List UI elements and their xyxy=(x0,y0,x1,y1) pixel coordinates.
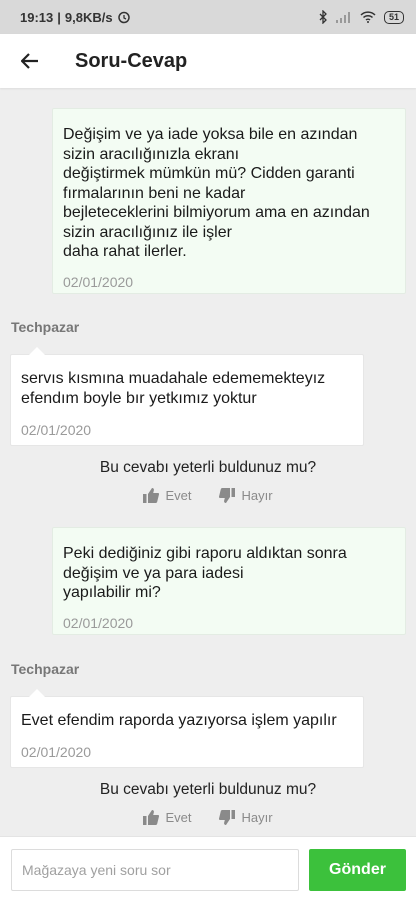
send-button[interactable]: Gönder xyxy=(309,849,406,891)
back-button[interactable] xyxy=(0,34,60,88)
status-time: 19:13 xyxy=(20,9,54,25)
question-input[interactable] xyxy=(11,849,299,891)
feedback-question: Bu cevabı yeterli buldunuz mu? xyxy=(99,459,317,476)
seller-name: Techpazar xyxy=(11,319,80,335)
alarm-icon xyxy=(117,11,130,24)
app-bar: Soru-Cevap xyxy=(0,34,416,88)
status-network-speed: 9,8KB/s xyxy=(64,9,113,25)
composer-bar: Gönder xyxy=(0,836,416,900)
vote-no-label: Hayır xyxy=(241,810,273,825)
vote-yes-label: Evet xyxy=(165,810,192,825)
vote-no-button[interactable]: Hayır xyxy=(219,810,273,825)
question-text: Değişim ve ya iade yoksa bile en azından… xyxy=(63,126,370,260)
vote-row: Evet Hayır xyxy=(0,810,416,825)
question-bubble: Peki dediğiniz gibi raporu aldıktan sonr… xyxy=(52,527,406,635)
vote-row: Evet Hayır xyxy=(0,488,416,503)
vote-no-label: Hayır xyxy=(241,488,273,503)
question-date: 02/01/2020 xyxy=(63,614,134,631)
bluetooth-icon xyxy=(319,10,327,24)
thumbs-up-icon xyxy=(143,488,160,503)
answer-text: servıs kısmına muadahale edememekteyız e… xyxy=(21,370,326,407)
answer-date: 02/01/2020 xyxy=(21,422,92,438)
vote-yes-button[interactable]: Evet xyxy=(143,488,191,503)
vote-yes-label: Evet xyxy=(165,488,192,503)
answer-bubble: Evet efendim raporda yazıyorsa işlem yap… xyxy=(10,689,364,768)
conversation-list[interactable]: Değişim ve ya iade yoksa bile en azından… xyxy=(0,88,416,836)
question-text: Peki dediğiniz gibi raporu aldıktan sonr… xyxy=(63,545,347,601)
status-left: 19:13 | 9,8KB/s xyxy=(20,10,131,25)
battery-icon: 51 xyxy=(383,10,404,24)
wifi-icon xyxy=(360,11,376,23)
vote-no-button[interactable]: Hayır xyxy=(219,488,273,503)
thumbs-up-icon xyxy=(143,810,160,825)
answer-date: 02/01/2020 xyxy=(21,743,92,760)
seller-name: Techpazar xyxy=(11,661,80,677)
vote-yes-button[interactable]: Evet xyxy=(143,810,191,825)
status-right: 51 xyxy=(319,10,404,24)
question-date: 02/01/2020 xyxy=(63,273,134,290)
page-title: Soru-Cevap xyxy=(75,49,188,72)
thumbs-down-icon xyxy=(219,810,236,825)
thumbs-down-icon xyxy=(219,488,236,503)
feedback-question: Bu cevabı yeterli buldunuz mu? xyxy=(99,781,317,798)
answer-text: Evet efendim raporda yazıyorsa işlem yap… xyxy=(21,712,337,729)
status-bar: 19:13 | 9,8KB/s 51 xyxy=(0,0,416,34)
signal-icon xyxy=(335,12,350,23)
status-separator: | xyxy=(57,9,61,25)
back-arrow-icon xyxy=(21,53,38,69)
question-bubble: Değişim ve ya iade yoksa bile en azından… xyxy=(52,108,406,294)
answer-bubble: servıs kısmına muadahale edememekteyız e… xyxy=(10,347,364,446)
